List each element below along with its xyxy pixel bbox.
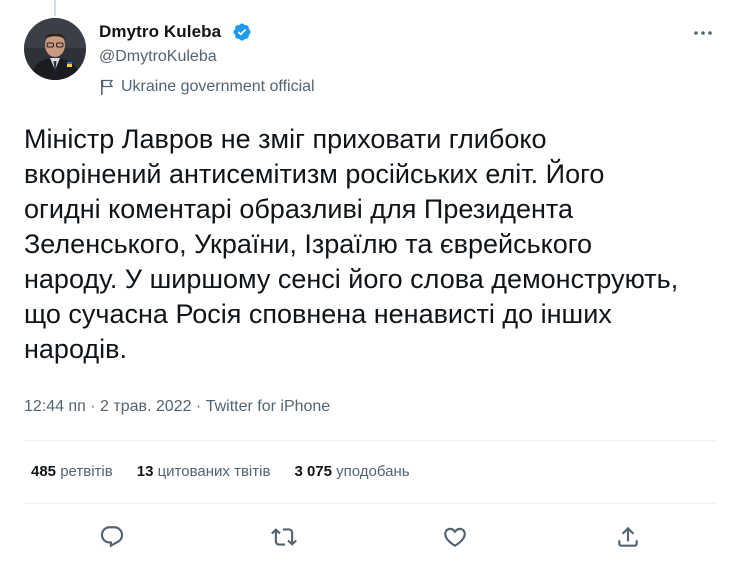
quotes-label: цитованих твітів (157, 463, 271, 480)
tweet-text: Міністр Лавров не зміг приховати глибоко… (24, 124, 679, 364)
share-button[interactable] (615, 524, 641, 550)
like-button[interactable] (442, 524, 468, 550)
quotes-stat[interactable]: 13 цитованих твітів (137, 463, 271, 480)
likes-count: 3 075 (294, 463, 332, 480)
thread-line (54, 0, 56, 16)
government-flag-icon (101, 79, 114, 95)
share-icon (618, 526, 638, 547)
verified-badge-icon (233, 23, 251, 41)
retweets-stat[interactable]: 485 ретвітів (31, 463, 113, 480)
tweet-stats: 485 ретвітів 13 цитованих твітів 3 075 у… (31, 463, 434, 480)
avatar[interactable] (24, 18, 86, 80)
government-label: Ukraine government official (99, 78, 315, 96)
action-bar (0, 518, 740, 554)
likes-stat[interactable]: 3 075 уподобань (294, 463, 409, 480)
divider (24, 503, 716, 504)
avatar-image (24, 18, 86, 80)
retweet-icon (271, 528, 297, 546)
author-handle[interactable]: @DmytroKuleba (99, 48, 217, 66)
retweets-label: ретвітів (60, 463, 113, 480)
quotes-count: 13 (136, 463, 154, 480)
divider (24, 440, 716, 441)
retweets-count: 485 (31, 463, 57, 480)
reply-button[interactable] (99, 524, 125, 550)
likes-label: уподобань (336, 463, 410, 480)
tweet: Dmytro Kuleba @DmytroKuleba Ukraine gove… (0, 0, 740, 582)
more-icon[interactable] (692, 24, 714, 42)
author-name[interactable]: Dmytro Kuleba (99, 22, 221, 42)
tweet-meta[interactable]: 12:44 пп · 2 трав. 2022 · Twitter for iP… (24, 398, 330, 416)
reply-icon (100, 526, 124, 548)
like-icon (444, 527, 466, 547)
retweet-button[interactable] (271, 524, 297, 550)
government-label-text: Ukraine government official (121, 78, 315, 95)
